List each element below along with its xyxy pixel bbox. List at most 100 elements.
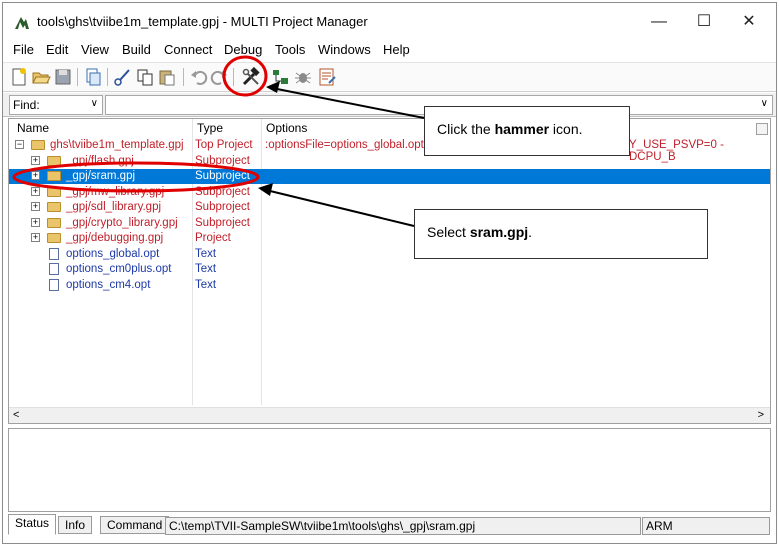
undo-icon[interactable] [189,67,209,87]
scroll-left-button[interactable]: < [13,409,19,421]
menu-build[interactable]: Build [122,42,151,57]
callout-text: Select [427,224,470,240]
tree-row-type: Project [195,232,231,244]
tree-row-name: _gpj/flash.gpj [66,154,134,167]
status-arch: ARM [642,517,770,535]
menu-help[interactable]: Help [383,42,410,57]
output-pane [8,428,771,512]
tree-row-name: _gpj/sdl_library.gpj [66,201,162,213]
callout-bold-text: sram.gpj [469,224,529,240]
file-icon [49,247,59,260]
tree-row-type: Text [195,278,217,291]
title-bar: tools\ghs\tviibe1m_template.gpj - MULTI … [3,3,776,39]
callout-bold-text: hammer [494,121,550,137]
tree-row-type: Subproject [195,201,250,213]
cut-icon[interactable] [113,67,133,87]
expand-icon[interactable]: + [31,171,40,180]
tree-row-type: Text [195,247,217,260]
tree-row-type: Subproject [195,216,250,229]
project-tree: Name Type Options − ghs\tviibe1m_template… [8,118,771,424]
tree-row-name: options_global.opt [66,247,160,260]
column-header-type[interactable]: Type [197,121,223,135]
menu-connect[interactable]: Connect [164,42,212,57]
tab-command[interactable]: Command [100,516,170,534]
folder-icon [31,140,45,150]
tree-row-type: Subproject [195,170,250,182]
tree-row-name: _gpj/crypto_library.gpj [66,216,178,229]
column-chooser-button[interactable] [756,123,768,135]
multi-app-icon [15,17,29,29]
tree-row-type: Top Project [195,139,253,151]
copy-file-icon[interactable] [83,67,103,87]
file-icon [49,278,59,291]
folder-icon [47,155,61,166]
hammer-build-icon[interactable] [241,67,261,87]
find-bar: Find: ∨ ∨ [3,93,776,117]
new-project-icon[interactable] [9,67,29,87]
tree-row-options: :optionsFile=options_global.opt [265,139,424,151]
maximize-button[interactable]: ☐ [682,9,726,35]
expand-icon[interactable]: + [31,186,40,196]
tree-row[interactable]: + _gpj/sram.gpj Subproject [9,169,770,184]
tree-row[interactable]: options_cm0plus.opt Text [9,262,770,277]
save-icon[interactable] [53,67,73,87]
tree-row-name: ghs\tviibe1m_template.gpj [50,139,184,151]
folder-icon [47,233,61,243]
menu-tools[interactable]: Tools [275,42,305,57]
debug-icon[interactable] [293,67,313,87]
folder-icon [47,186,61,197]
tree-row[interactable]: + _gpj/flash.gpj Subproject [9,154,770,169]
toolbar-separator [183,68,184,86]
menu-windows[interactable]: Windows [318,42,371,57]
callout-text: . [528,224,533,240]
toolbar-separator [107,68,108,86]
rebuild-icon[interactable] [271,67,291,87]
expand-icon[interactable]: + [31,155,40,165]
status-path: C:\temp\TVII-SampleSW\tviibe1m\tools\ghs… [165,517,641,535]
callout-select-sram: Select sram.gpj. [414,209,708,259]
menu-debug[interactable]: Debug [224,42,262,57]
edit-options-icon[interactable] [317,67,337,87]
scroll-right-button[interactable]: > [758,409,764,421]
toolbar [3,62,776,92]
callout-text: icon. [549,121,583,137]
toolbar-separator [233,68,234,86]
copy-icon[interactable] [135,67,155,87]
open-icon[interactable] [31,67,51,87]
tree-row-name: _gpj/mw_library.gpj [66,185,165,198]
paste-icon[interactable] [157,67,177,87]
redo-icon[interactable] [209,67,229,87]
folder-icon [47,202,61,212]
tree-row[interactable]: + _gpj/mw_library.gpj Subproject [9,185,770,200]
expand-icon[interactable]: + [31,217,40,227]
toolbar-separator [77,68,78,86]
chevron-down-icon: ∨ [90,98,98,109]
column-header-options[interactable]: Options [266,121,307,135]
tree-row-name: _gpj/debugging.gpj [66,232,164,244]
horizontal-scrollbar[interactable]: < > [9,407,770,423]
collapse-icon[interactable]: − [15,140,24,149]
menu-file[interactable]: File [13,42,34,57]
tab-status[interactable]: Status [8,514,57,535]
chevron-down-icon[interactable]: ∨ [761,98,768,109]
window-title: tools\ghs\tviibe1m_template.gpj - MULTI … [37,14,368,29]
folder-icon [47,217,61,228]
expand-icon[interactable]: + [31,202,40,211]
callout-text: Click the [437,121,495,137]
folder-icon [47,171,61,181]
find-mode-select[interactable]: Find: ∨ [9,95,103,115]
tree-row[interactable]: options_cm4.opt Text [9,278,770,293]
find-label: Find: [13,98,40,112]
minimize-button[interactable]: — [637,9,681,35]
tree-row-name: _gpj/sram.gpj [66,170,136,182]
tab-info[interactable]: Info [58,516,93,534]
file-icon [49,263,59,275]
close-button[interactable]: ✕ [727,9,771,35]
menu-edit[interactable]: Edit [46,42,68,57]
expand-icon[interactable]: + [31,233,40,242]
tree-row-type: Subproject [195,154,250,167]
column-header-name[interactable]: Name [17,121,49,135]
menu-bar: File Edit View Build Connect Debug Tools… [3,39,776,61]
menu-view[interactable]: View [81,42,109,57]
tree-row[interactable]: − ghs\tviibe1m_template.gpj Top Project :op… [9,138,770,163]
